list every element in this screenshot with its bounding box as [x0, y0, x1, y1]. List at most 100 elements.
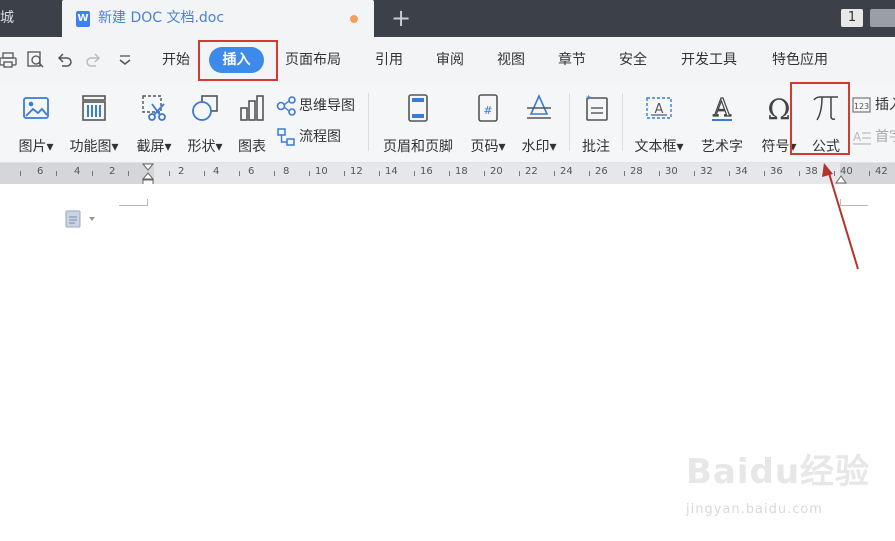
- ruler-tick: [169, 171, 170, 176]
- textbox-label: 文本框▾: [634, 139, 684, 155]
- comment-button[interactable]: * 批注: [577, 92, 615, 156]
- insert-number-button[interactable]: 123插入: [852, 94, 895, 116]
- ruler-tick: [729, 171, 730, 176]
- watermark-button[interactable]: 水印▾: [517, 92, 561, 156]
- horizontal-ruler[interactable]: 6 4 2 2 4 6 8 10 12 14 16 18 20 22 24 26…: [0, 163, 895, 184]
- window-control-button[interactable]: [870, 9, 895, 27]
- ruler-tick: [239, 171, 240, 176]
- ruler-label: 20: [490, 166, 503, 177]
- ruler-tick: [344, 171, 345, 176]
- ruler-tick: [624, 171, 625, 176]
- menu-developer-tools[interactable]: 开发工具: [674, 37, 744, 83]
- ruler-tick: [449, 171, 450, 176]
- menu-page-layout[interactable]: 页面布局: [278, 37, 348, 83]
- ribbon-separator: [569, 93, 570, 151]
- scissors-icon: [142, 95, 166, 121]
- ruler-tick: [589, 171, 590, 176]
- wordart-button[interactable]: A 艺术字: [698, 92, 746, 156]
- menu-security[interactable]: 安全: [613, 37, 653, 83]
- right-indent-marker-icon[interactable]: [835, 170, 847, 184]
- textbox-icon: A: [646, 97, 672, 119]
- menu-start[interactable]: 开始: [156, 37, 196, 83]
- redo-icon[interactable]: [84, 51, 102, 69]
- ruler-tick: [519, 171, 520, 176]
- formula-highlight-box: [790, 82, 850, 155]
- ruler-label: 32: [700, 166, 713, 177]
- ruler-tick: [869, 171, 870, 176]
- margin-corner-mark: [840, 205, 868, 206]
- wordart-icon: A: [712, 93, 732, 123]
- function-chart-button[interactable]: 功能图▾: [66, 92, 122, 156]
- unsaved-dot-icon: [350, 15, 358, 23]
- header-footer-button[interactable]: 页眉和页脚: [377, 92, 459, 156]
- ruler-label: 16: [420, 166, 433, 177]
- ruler-tick: [764, 171, 765, 176]
- watermark-label: 水印▾: [521, 139, 557, 155]
- menu-insert[interactable]: 插入: [209, 47, 264, 73]
- tab-active-document[interactable]: W 新建 DOC 文档.doc: [62, 0, 374, 37]
- ribbon-separator: [368, 93, 369, 151]
- print-preview-icon[interactable]: [27, 51, 45, 69]
- margin-corner-mark: [840, 199, 841, 206]
- picture-button[interactable]: 图片▾: [14, 92, 58, 156]
- ribbon-separator: [622, 93, 623, 151]
- shape-label: 形状▾: [187, 139, 223, 155]
- header-footer-label: 页眉和页脚: [383, 139, 453, 155]
- window-count-badge[interactable]: 1: [841, 9, 863, 27]
- ruler-tick: [20, 171, 21, 176]
- paste-options-icon[interactable]: [64, 210, 98, 228]
- ruler-tick: [659, 171, 660, 176]
- chevron-down-icon[interactable]: [116, 51, 134, 69]
- shape-icon: [192, 95, 218, 121]
- chart-button[interactable]: 图表: [234, 92, 270, 156]
- menu-review[interactable]: 审阅: [430, 37, 470, 83]
- bar-chart-icon: [240, 95, 264, 121]
- menu-chapter[interactable]: 章节: [552, 37, 592, 83]
- shape-button[interactable]: 形状▾: [183, 92, 227, 156]
- ruler-tick: [694, 171, 695, 176]
- ruler-label: 2: [109, 166, 116, 177]
- textbox-button[interactable]: A 文本框▾: [631, 92, 687, 156]
- svg-text:123: 123: [854, 102, 869, 111]
- menu-reference[interactable]: 引用: [369, 37, 409, 83]
- flowchart-button[interactable]: 流程图: [276, 126, 341, 148]
- function-chart-icon: [82, 95, 106, 121]
- page-number-button[interactable]: # 页码▾: [466, 92, 510, 156]
- tab-previous[interactable]: 城: [0, 0, 62, 37]
- ruler-tick: [379, 171, 380, 176]
- print-icon[interactable]: [0, 51, 18, 69]
- menu-special-apps[interactable]: 特色应用: [765, 37, 835, 83]
- mindmap-button[interactable]: 思维导图: [276, 95, 355, 117]
- picture-label: 图片▾: [18, 139, 54, 155]
- svg-text:*: *: [586, 94, 591, 105]
- flowchart-icon: [277, 128, 295, 146]
- svg-text:#: #: [483, 104, 492, 117]
- ruler-tick: [414, 171, 415, 176]
- wordart-label: 艺术字: [701, 139, 743, 155]
- ruler-label: 4: [74, 166, 81, 177]
- screenshot-button[interactable]: 截屏▾: [132, 92, 176, 156]
- margin-corner-mark: [147, 199, 148, 206]
- ruler-tick: [274, 171, 275, 176]
- chart-label: 图表: [238, 139, 266, 155]
- picture-icon: [23, 97, 49, 119]
- new-tab-button[interactable]: +: [387, 4, 415, 32]
- word-doc-icon: W: [76, 11, 90, 27]
- dropcap-button[interactable]: A首字: [852, 126, 895, 148]
- page-number-icon: #: [478, 94, 498, 122]
- svg-text:A: A: [712, 94, 731, 122]
- ruler-label: 28: [630, 166, 643, 177]
- insert-ribbon: 图片▾ 功能图▾ 截屏▾ 形状▾ 图表 思维导图 流程图 页眉和页脚 # 页码▾…: [0, 83, 895, 163]
- ruler-label: 18: [455, 166, 468, 177]
- ruler-tick: [128, 171, 129, 176]
- header-footer-icon: [408, 94, 428, 122]
- ruler-label: 26: [595, 166, 608, 177]
- ruler-label: 24: [560, 166, 573, 177]
- title-bar: 城 W 新建 DOC 文档.doc + 1: [0, 0, 895, 37]
- ruler-label: 12: [350, 166, 363, 177]
- document-tab-title: 新建 DOC 文档.doc: [98, 10, 225, 26]
- mindmap-icon: [276, 96, 296, 116]
- ruler-tick: [484, 171, 485, 176]
- menu-view[interactable]: 视图: [491, 37, 531, 83]
- undo-icon[interactable]: [56, 51, 74, 69]
